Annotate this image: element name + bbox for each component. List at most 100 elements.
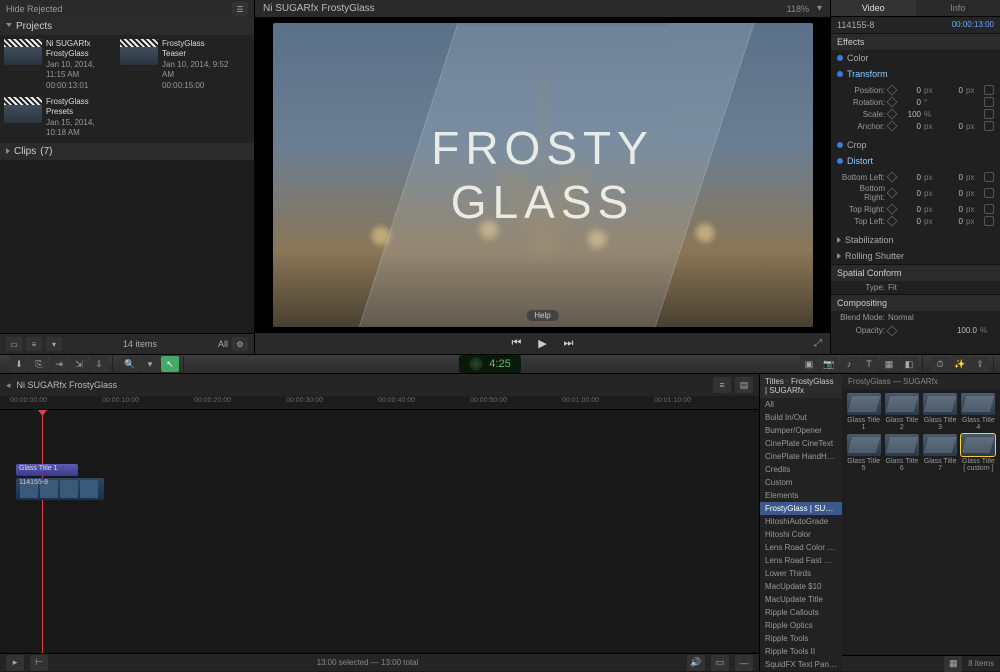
checkbox-icon[interactable] xyxy=(837,71,843,77)
history-back-icon[interactable]: ◂ xyxy=(6,380,11,391)
param-x[interactable]: 0 xyxy=(899,98,921,107)
title-category[interactable]: Ripple Callouts xyxy=(760,606,842,619)
gear-icon[interactable]: ⚙ xyxy=(232,337,248,351)
title-preset[interactable]: Glass Title 1 xyxy=(846,393,881,431)
music-icon[interactable]: ♪ xyxy=(840,356,858,372)
param-y[interactable]: 0 xyxy=(941,122,963,131)
play-button[interactable]: ▶ xyxy=(535,337,551,350)
title-category[interactable]: HitoshiAutoGrade xyxy=(760,515,842,528)
grid-view-icon[interactable]: ▦ xyxy=(944,656,962,672)
projects-section-header[interactable]: Projects xyxy=(0,18,254,35)
title-category[interactable]: Lens Road Color Pre... xyxy=(760,541,842,554)
all-label[interactable]: All xyxy=(218,339,228,349)
keyframe-icon[interactable] xyxy=(886,96,897,107)
enhance-icon[interactable]: ✨ xyxy=(951,356,969,372)
library-icon[interactable]: ▣ xyxy=(800,356,818,372)
title-category[interactable]: Elements xyxy=(760,489,842,502)
title-category[interactable]: MacUpdate $10 xyxy=(760,580,842,593)
filmstrip-icon[interactable]: ▭ xyxy=(6,337,22,351)
checkbox-icon[interactable] xyxy=(837,158,843,164)
keyframe-icon[interactable] xyxy=(886,171,897,182)
param-x[interactable]: 100 xyxy=(899,110,921,119)
title-category[interactable]: Bumper/Opener xyxy=(760,424,842,437)
timeline-index-icon[interactable]: ≡ xyxy=(713,377,731,393)
reset-icon[interactable] xyxy=(984,188,994,198)
insert-icon[interactable]: ⇥ xyxy=(50,356,68,372)
param-y[interactable]: 0 xyxy=(941,173,963,182)
distort-header[interactable]: Distort xyxy=(831,153,1000,169)
retime-icon[interactable]: ⏱ xyxy=(931,356,949,372)
browser-menu-icon[interactable]: ☰ xyxy=(232,2,248,16)
crop-group[interactable]: Crop xyxy=(831,137,1000,153)
jog-wheel-icon[interactable] xyxy=(469,357,483,371)
title-preset[interactable]: Glass Title 7 xyxy=(923,434,958,472)
prev-button[interactable]: ⏮ xyxy=(509,337,525,350)
help-button[interactable]: Help xyxy=(526,310,558,321)
title-preset[interactable]: Glass Title 2 xyxy=(884,393,919,431)
checkbox-icon[interactable] xyxy=(837,142,843,148)
title-category[interactable]: CinePlate CineText xyxy=(760,437,842,450)
param-y[interactable]: 0 xyxy=(941,217,963,226)
themes-icon[interactable]: ◧ xyxy=(900,356,918,372)
title-category[interactable]: CinePlate HandHeld xyxy=(760,450,842,463)
audio-meters-icon[interactable]: 🔊 xyxy=(687,655,705,671)
title-category[interactable]: Ripple Tools xyxy=(760,632,842,645)
title-preset[interactable]: Glass Title [ custom ] xyxy=(961,434,996,472)
tab-video[interactable]: Video xyxy=(831,0,916,16)
connect-icon[interactable]: ⎘ xyxy=(30,356,48,372)
reset-icon[interactable] xyxy=(984,97,994,107)
next-button[interactable]: ⏭ xyxy=(561,337,577,350)
rolling-shutter-row[interactable]: Rolling Shutter xyxy=(831,248,1000,264)
reset-icon[interactable] xyxy=(984,204,994,214)
video-clip[interactable]: 114155-8 xyxy=(16,478,104,500)
title-category[interactable]: Custom xyxy=(760,476,842,489)
param-x[interactable]: 0 xyxy=(899,217,921,226)
titles-icon[interactable]: T xyxy=(860,356,878,372)
timeline-appearance-icon[interactable]: ▤ xyxy=(735,377,753,393)
title-category[interactable]: All xyxy=(760,398,842,411)
title-category[interactable]: Ripple Tools II xyxy=(760,645,842,658)
title-category[interactable]: FrostyGlass | SUGARfx xyxy=(760,502,842,515)
stabilization-row[interactable]: Stabilization xyxy=(831,232,1000,248)
clips-section-header[interactable]: Clips (7) xyxy=(0,143,254,160)
param-x[interactable]: 0 xyxy=(899,122,921,131)
viewer-settings-icon[interactable]: ▾ xyxy=(817,3,822,14)
viewer-zoom[interactable]: 118% xyxy=(787,4,809,14)
param-y[interactable]: 0 xyxy=(941,189,963,198)
title-preset[interactable]: Glass Title 3 xyxy=(923,393,958,431)
project-item[interactable]: Ni SUGARfx FrostyGlass Jan 10, 2014, 11:… xyxy=(4,39,114,91)
reset-icon[interactable] xyxy=(984,216,994,226)
param-y[interactable]: 0 xyxy=(941,205,963,214)
hide-rejected-label[interactable]: Hide Rejected xyxy=(6,4,63,14)
keyframe-icon[interactable] xyxy=(886,325,897,336)
photos-icon[interactable]: 📷 xyxy=(820,356,838,372)
title-category[interactable]: MacUpdate Title xyxy=(760,593,842,606)
param-y[interactable]: 0 xyxy=(941,86,963,95)
title-category[interactable]: Credits xyxy=(760,463,842,476)
param-x[interactable]: 0 xyxy=(899,173,921,182)
keyframe-icon[interactable] xyxy=(886,187,897,198)
title-category[interactable]: Ripple Optics xyxy=(760,619,842,632)
param-x[interactable]: 0 xyxy=(899,86,921,95)
title-category[interactable]: Build In/Out xyxy=(760,411,842,424)
select-tool[interactable]: ↖ xyxy=(161,356,179,372)
project-item[interactable]: FrostyGlass Teaser Jan 10, 2014, 9:52 AM… xyxy=(120,39,230,91)
title-preset[interactable]: Glass Title 5 xyxy=(846,434,881,472)
append-icon[interactable]: ⇲ xyxy=(70,356,88,372)
timeline-ruler[interactable]: 00:00:00:0000:00:10:0000:00:20:0000:00:3… xyxy=(0,396,759,410)
param-x[interactable]: 0 xyxy=(899,189,921,198)
keyframe-icon[interactable] xyxy=(886,215,897,226)
title-category[interactable]: Hitoshi Color xyxy=(760,528,842,541)
clip-appearance-icon[interactable]: ▭ xyxy=(711,655,729,671)
fullscreen-icon[interactable]: ⤢ xyxy=(814,338,822,349)
keyframe-icon[interactable] xyxy=(886,203,897,214)
share-icon[interactable]: ⇪ xyxy=(971,356,989,372)
skimming-icon[interactable]: ▸ xyxy=(6,655,24,671)
title-category[interactable]: SquidFX Text Panels xyxy=(760,658,842,671)
playhead[interactable] xyxy=(42,410,43,653)
reset-icon[interactable] xyxy=(984,109,994,119)
blend-value[interactable]: Normal xyxy=(888,313,914,322)
keyframe-icon[interactable] xyxy=(886,120,897,131)
title-clip[interactable]: Glass Title 1 xyxy=(16,464,78,476)
reset-icon[interactable] xyxy=(984,172,994,182)
